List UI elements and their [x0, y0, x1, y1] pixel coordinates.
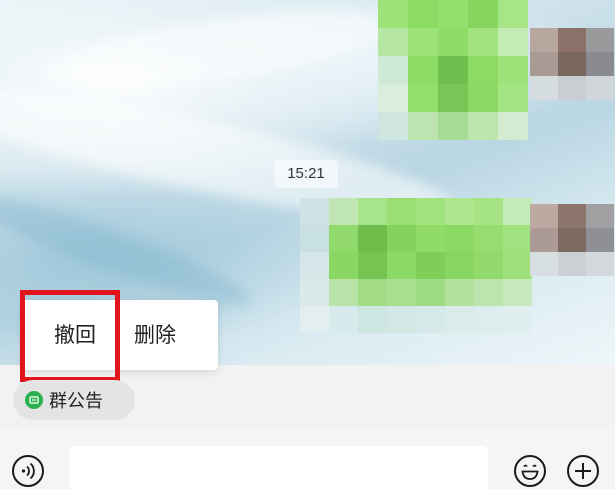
- announcement-icon: [25, 391, 43, 409]
- avatar[interactable]: [530, 28, 614, 100]
- message-input[interactable]: [70, 446, 488, 489]
- group-announcement-button[interactable]: 群公告: [13, 380, 135, 420]
- voice-icon[interactable]: [11, 454, 45, 488]
- message-bubble[interactable]: [300, 198, 532, 333]
- wallpaper-streak: [37, 0, 403, 105]
- message-bubble[interactable]: [378, 0, 528, 140]
- avatar[interactable]: [530, 204, 614, 276]
- emoji-icon[interactable]: [513, 454, 547, 488]
- announcement-label: 群公告: [49, 391, 103, 412]
- recall-menu-item[interactable]: 撤回: [54, 300, 96, 370]
- message-context-menu: 撤回 删除: [22, 300, 218, 370]
- message-timestamp: 15:21: [274, 160, 338, 188]
- input-bar: [0, 430, 615, 489]
- delete-menu-item[interactable]: 删除: [134, 300, 176, 370]
- plus-icon[interactable]: [566, 454, 600, 488]
